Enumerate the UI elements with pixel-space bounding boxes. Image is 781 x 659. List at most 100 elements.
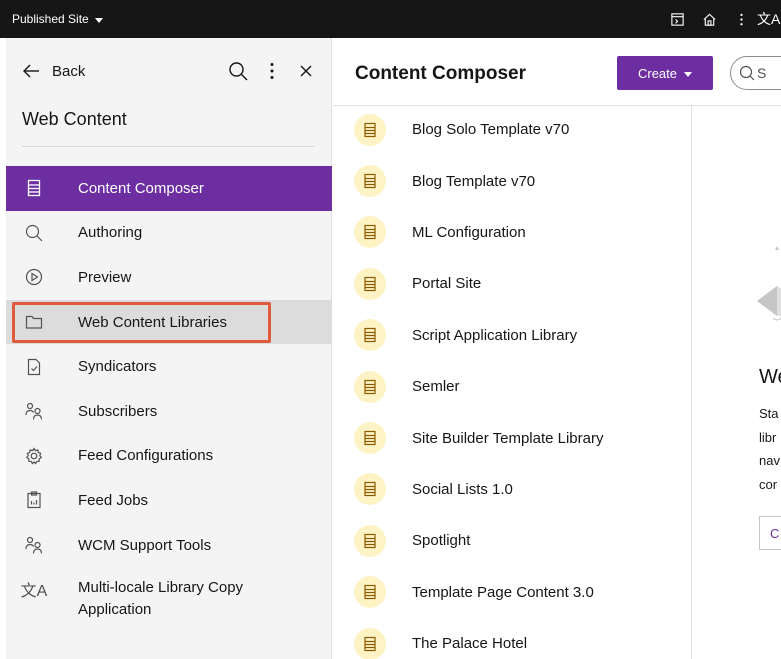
main-header: Content Composer Create	[333, 38, 781, 106]
site-switcher[interactable]: Published Site	[0, 12, 103, 26]
list-item-name: The Palace Hotel	[412, 635, 528, 653]
clipboard-chart-icon	[6, 491, 62, 509]
nav-item-label: Syndicators	[78, 358, 157, 376]
detail-line: Sta	[759, 406, 779, 421]
detail-line: libr	[759, 429, 777, 445]
users-icon	[6, 402, 62, 420]
list-item-name: Template Page Content 3.0	[412, 583, 594, 601]
nav-item-label: Web Content Libraries	[78, 313, 227, 331]
list-item[interactable]: Site Builder Template Library	[333, 412, 691, 463]
detail-line: cor	[759, 476, 778, 492]
panel-title: Web Content	[22, 109, 127, 129]
list-item[interactable]: Blog Template v70	[333, 155, 691, 206]
nav-item-web-content-libraries[interactable]: Web Content Libraries	[6, 299, 332, 345]
left-panel-tools	[227, 60, 317, 82]
document-list-icon	[354, 165, 386, 198]
search-field[interactable]	[730, 56, 781, 90]
document-check-icon	[6, 358, 62, 376]
back-label: Back	[52, 62, 86, 80]
document-list-icon	[354, 319, 386, 352]
list-item-name: Blog Solo Template v70	[412, 121, 570, 139]
folder-icon	[6, 313, 62, 331]
empty-state-illustration	[757, 246, 781, 321]
list-item[interactable]: The Palace Hotel	[333, 618, 691, 659]
nav-item-multi-locale-library-copy[interactable]: 文A Multi-locale Library Copy Application	[6, 567, 332, 629]
nav-item-syndicators[interactable]: Syndicators	[6, 344, 332, 389]
nav-item-authoring[interactable]: Authoring	[6, 211, 332, 256]
list-item[interactable]: Spotlight	[333, 515, 691, 566]
left-panel: Back Web Content Content Composer Author…	[6, 38, 332, 659]
left-panel-header: Back	[6, 38, 331, 106]
nav-item-label: Content Composer	[78, 179, 204, 197]
detail-line: nav	[759, 453, 780, 468]
list-item-name: Blog Template v70	[412, 172, 536, 190]
nav-item-feed-configurations[interactable]: Feed Configurations	[6, 434, 332, 479]
document-list-icon	[354, 473, 386, 506]
chevron-down-icon	[684, 71, 693, 77]
list-item[interactable]: Semler	[333, 361, 691, 412]
overflow-menu-icon[interactable]	[261, 60, 283, 82]
create-button[interactable]: Create	[617, 56, 713, 90]
translate-icon[interactable]: 文A	[757, 0, 781, 38]
play-circle-icon	[6, 268, 62, 286]
translate-icon: 文A	[20, 583, 48, 601]
close-icon[interactable]	[295, 60, 317, 82]
list-item-name: Semler	[412, 378, 460, 396]
content-list: Blog Solo Template v70 Blog Template v70…	[333, 106, 692, 659]
detail-title: We	[759, 366, 781, 388]
home-icon[interactable]	[693, 0, 725, 38]
divider	[22, 146, 315, 147]
list-item[interactable]: Portal Site	[333, 258, 691, 309]
detail-description: Sta libr nav cor	[759, 402, 780, 496]
document-list-icon	[354, 524, 386, 557]
overflow-menu-icon[interactable]	[725, 0, 757, 38]
document-list-icon	[354, 627, 386, 659]
document-list-icon	[354, 216, 386, 249]
detail-panel: We Sta libr nav cor C	[693, 106, 781, 659]
detail-action-button[interactable]: C	[759, 516, 781, 550]
nav-item-subscribers[interactable]: Subscribers	[6, 389, 332, 434]
users-icon	[6, 536, 62, 554]
document-list-icon	[354, 576, 386, 609]
create-label: Create	[637, 65, 678, 81]
nav-item-label: WCM Support Tools	[78, 536, 212, 554]
nav-item-content-composer[interactable]: Content Composer	[6, 166, 332, 211]
list-item-name: Site Builder Template Library	[412, 429, 604, 447]
list-item[interactable]: Template Page Content 3.0	[333, 567, 691, 618]
gear-icon	[6, 447, 62, 465]
nav-item-feed-jobs[interactable]: Feed Jobs	[6, 478, 332, 523]
chevron-down-icon	[94, 17, 103, 23]
document-list-icon	[354, 422, 386, 455]
search-icon	[6, 224, 62, 242]
list-item[interactable]: ML Configuration	[333, 207, 691, 258]
back-button[interactable]: Back	[22, 62, 85, 80]
list-item[interactable]: Blog Solo Template v70	[333, 106, 691, 155]
page-title: Content Composer	[355, 63, 526, 84]
nav-item-label: Multi-locale Library Copy Application	[78, 579, 244, 619]
nav-item-label: Authoring	[78, 224, 143, 242]
topbar-actions: 文A	[661, 0, 781, 38]
nav-list: Content Composer Authoring Preview Web C…	[6, 166, 332, 629]
search-icon	[739, 65, 755, 81]
panel-toggle-icon[interactable]	[661, 0, 693, 38]
nav-item-label: Preview	[78, 268, 132, 286]
document-list-icon	[354, 370, 386, 403]
search-input[interactable]	[757, 65, 781, 81]
nav-item-label: Feed Configurations	[78, 447, 214, 465]
site-label: Published Site	[12, 12, 89, 26]
list-item-name: Social Lists 1.0	[412, 480, 513, 498]
nav-item-preview[interactable]: Preview	[6, 255, 332, 300]
nav-item-label: Feed Jobs	[78, 491, 149, 509]
document-list-icon	[354, 113, 386, 146]
arrow-left-icon	[23, 64, 39, 78]
top-bar: Published Site 文A	[0, 0, 781, 38]
list-item-name: Portal Site	[412, 275, 482, 293]
list-item[interactable]: Social Lists 1.0	[333, 464, 691, 515]
list-item-name: ML Configuration	[412, 223, 526, 241]
search-icon[interactable]	[227, 60, 249, 82]
nav-item-wcm-support-tools[interactable]: WCM Support Tools	[6, 523, 332, 568]
list-item[interactable]: Script Application Library	[333, 310, 691, 361]
document-list-icon	[6, 179, 62, 197]
document-list-icon	[354, 267, 386, 300]
nav-item-label: Subscribers	[78, 402, 158, 420]
